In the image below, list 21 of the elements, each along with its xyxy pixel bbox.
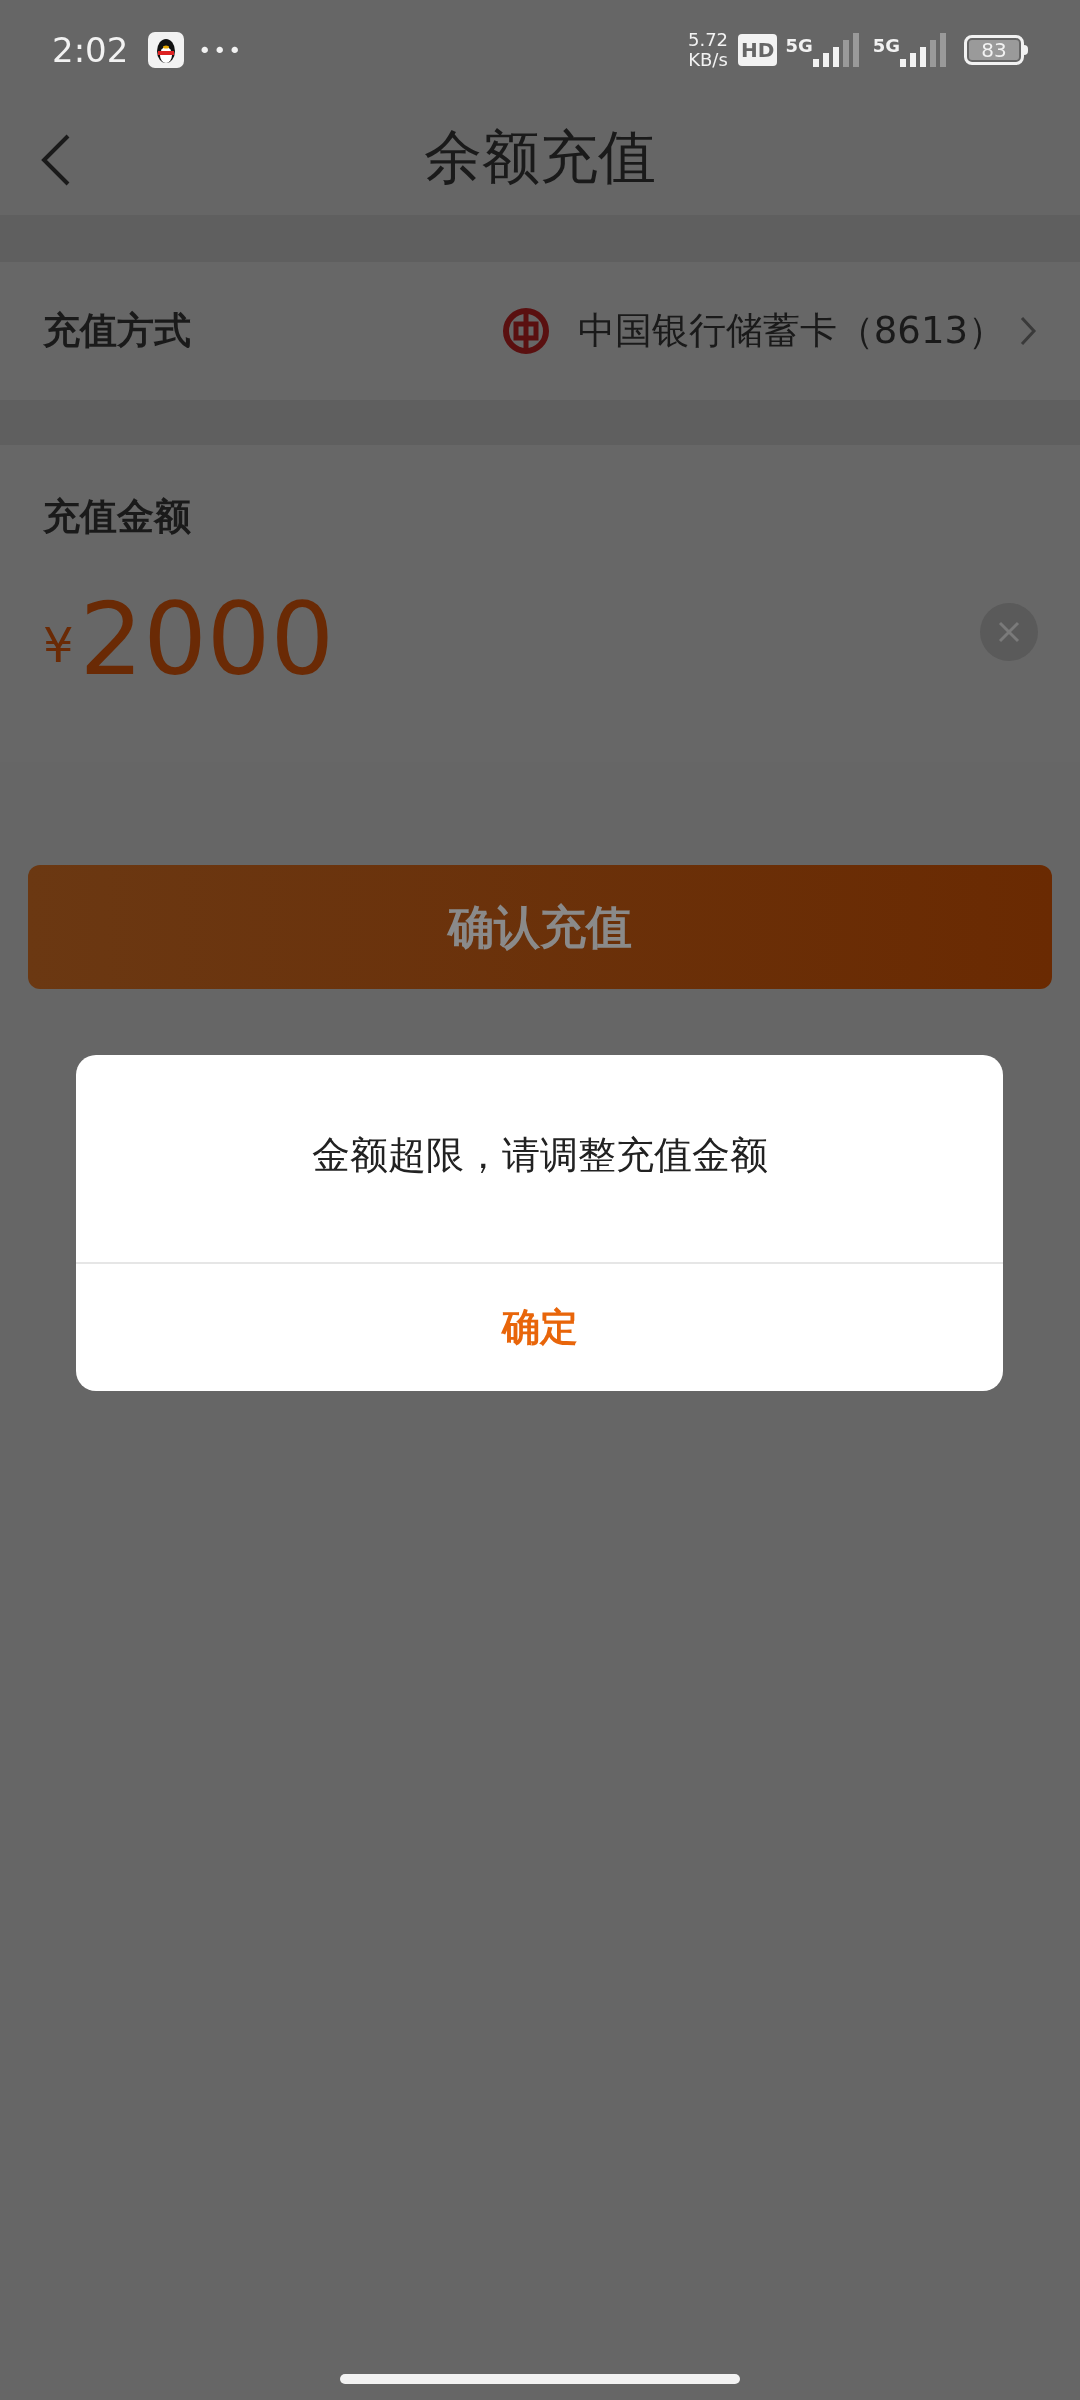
page-title: 余额充值 bbox=[424, 122, 656, 193]
amount-label: 充值金额 bbox=[43, 494, 192, 540]
bank-card-name: 中国银行储蓄卡（8613） bbox=[577, 308, 1005, 355]
network-type: 5G bbox=[872, 34, 900, 58]
home-indicator[interactable] bbox=[340, 2374, 740, 2384]
hd-icon: HD bbox=[738, 34, 778, 66]
network-type: 5G bbox=[785, 34, 813, 58]
confirm-button[interactable]: 确认充值 bbox=[28, 865, 1052, 989]
dialog-message: 金额超限，请调整充值金额 bbox=[310, 1132, 769, 1179]
penguin-app-icon bbox=[148, 32, 185, 68]
signal-icon bbox=[900, 33, 948, 67]
chevron-right-icon bbox=[1019, 315, 1037, 347]
more-notifications: ••• bbox=[198, 36, 244, 65]
status-time: 2:02 bbox=[52, 28, 129, 72]
bank-logo-icon bbox=[501, 307, 550, 355]
signal-icon bbox=[812, 33, 861, 67]
payment-method-label: 充值方式 bbox=[43, 308, 191, 355]
amount-field[interactable]: ¥2000 bbox=[43, 584, 1037, 695]
ok-button[interactable]: 确定 bbox=[76, 1264, 1003, 1391]
clear-icon[interactable] bbox=[980, 603, 1038, 661]
network-speed: 5.72 KB/s bbox=[687, 30, 729, 70]
